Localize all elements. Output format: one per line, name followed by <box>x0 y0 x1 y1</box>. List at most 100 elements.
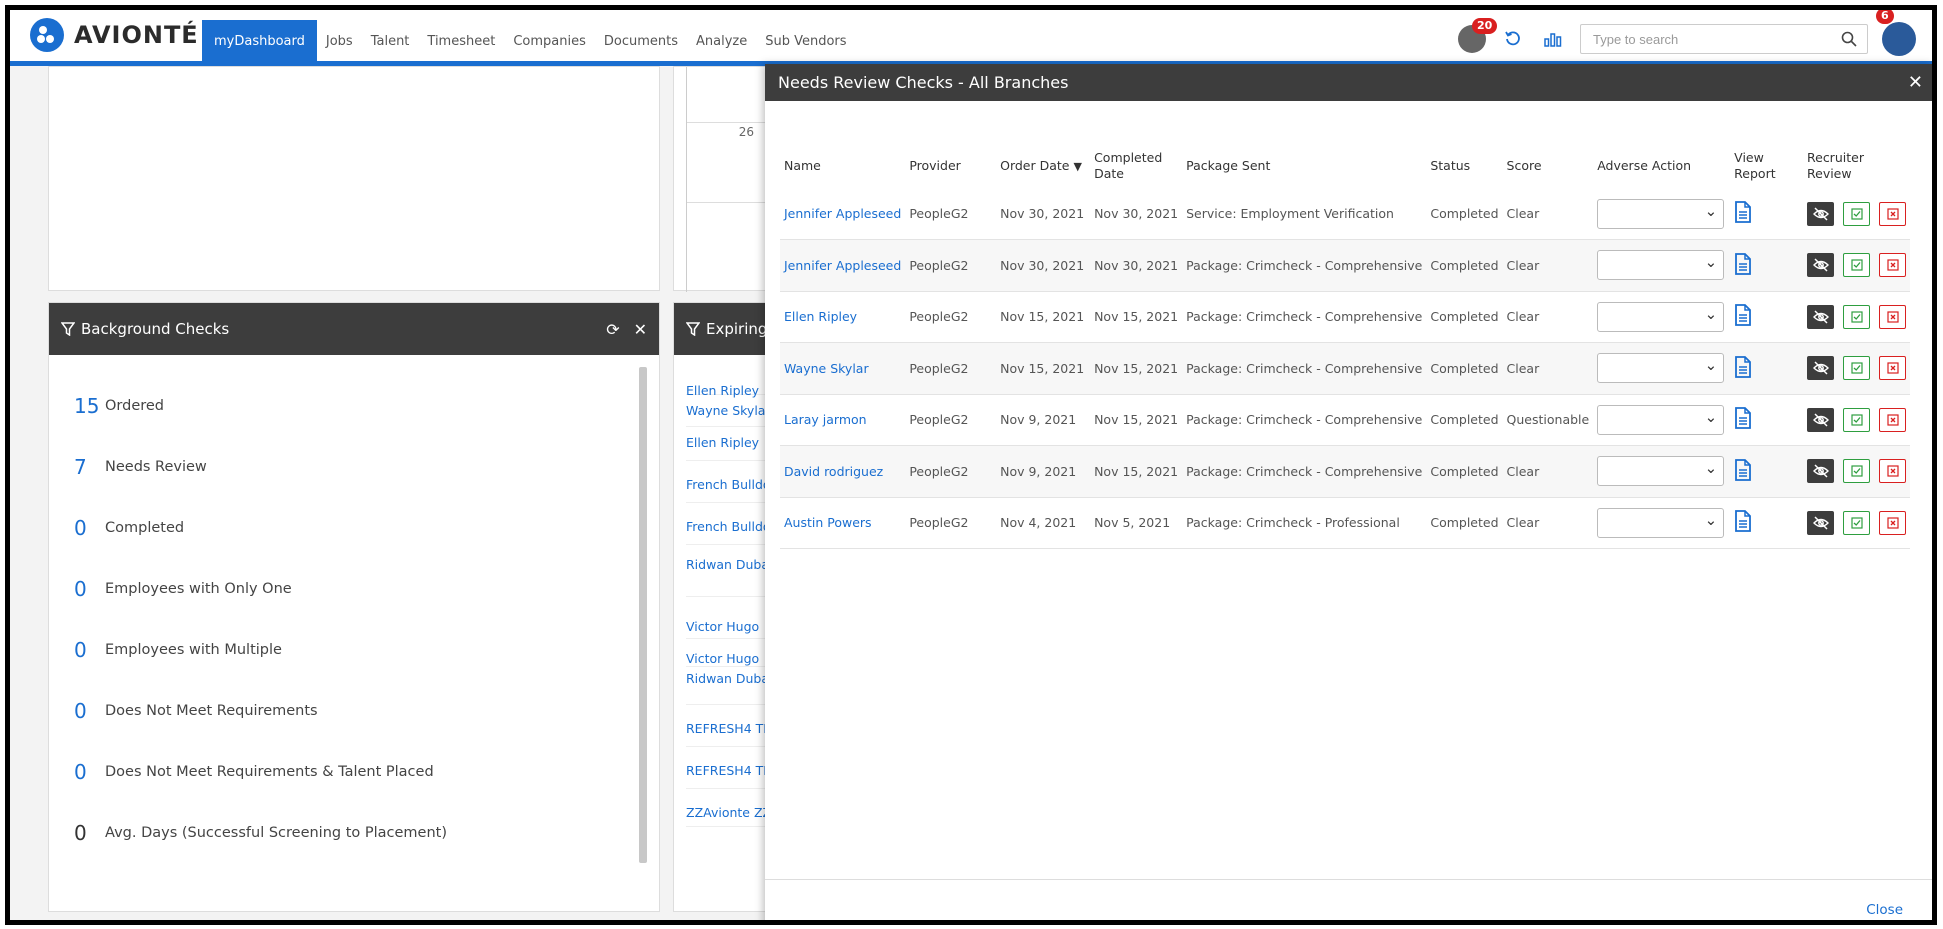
hide-button[interactable] <box>1807 510 1834 535</box>
talent-name-link[interactable]: Laray jarmon <box>784 412 867 427</box>
history-icon[interactable] <box>1500 26 1526 52</box>
adverse-action-select[interactable] <box>1597 301 1725 332</box>
background-checks-panel: Background Checks ⟳ ✕ 15 Ordered 7 Needs R… <box>48 302 660 912</box>
cell-score: Questionable <box>1502 394 1594 446</box>
refresh-icon[interactable]: ⟳ <box>606 320 619 339</box>
document-icon[interactable] <box>1734 252 1752 275</box>
hide-button[interactable] <box>1807 459 1834 484</box>
hide-button[interactable] <box>1807 407 1834 432</box>
chevron-down-icon[interactable]: ▼ <box>1073 160 1081 173</box>
cell-order-date: Nov 9, 2021 <box>996 394 1091 446</box>
nav-documents[interactable]: Documents <box>595 20 687 64</box>
metric-only-one[interactable]: 0 Employees with Only One <box>49 558 639 619</box>
hide-button[interactable] <box>1807 356 1834 381</box>
adverse-action-select[interactable] <box>1597 507 1725 538</box>
check-square-icon <box>1850 259 1863 271</box>
metric-multiple[interactable]: 0 Employees with Multiple <box>49 619 639 680</box>
talent-name-link[interactable]: Austin Powers <box>784 515 872 530</box>
talent-name-link[interactable]: Ellen Ripley <box>784 309 857 324</box>
review-buttons <box>1807 201 1906 226</box>
logo[interactable]: AVIONTÉ <box>30 18 199 52</box>
approve-button[interactable] <box>1843 510 1870 535</box>
approve-button[interactable] <box>1843 356 1870 381</box>
reject-button[interactable] <box>1879 459 1906 484</box>
metric-value: 0 <box>74 515 87 540</box>
table-row: David rodriguez PeopleG2 Nov 9, 2021 Nov… <box>780 445 1910 498</box>
document-icon[interactable] <box>1734 355 1752 378</box>
x-square-icon <box>1886 465 1899 477</box>
col-completed-date[interactable]: Completed Date <box>1090 144 1182 188</box>
nav-timesheet[interactable]: Timesheet <box>418 20 504 64</box>
reject-button[interactable] <box>1879 201 1906 226</box>
close-icon[interactable]: ✕ <box>634 320 647 339</box>
document-icon[interactable] <box>1734 458 1752 481</box>
eye-slash-icon <box>1812 310 1829 324</box>
hide-button[interactable] <box>1807 304 1834 329</box>
cell-adverse <box>1593 445 1731 498</box>
cell-completed-date: Nov 15, 2021 <box>1090 445 1183 498</box>
document-icon[interactable] <box>1734 510 1752 533</box>
approve-button[interactable] <box>1843 407 1870 432</box>
adverse-action-select[interactable] <box>1597 198 1725 229</box>
cell-view-report <box>1730 342 1803 395</box>
nav-jobs[interactable]: Jobs <box>317 20 362 64</box>
metric-needs-review[interactable]: 7 Needs Review <box>49 436 639 497</box>
hide-button[interactable] <box>1807 201 1834 226</box>
adverse-action-select[interactable] <box>1597 404 1725 435</box>
document-icon[interactable] <box>1734 407 1752 430</box>
col-score[interactable]: Score <box>1503 144 1594 188</box>
hide-button[interactable] <box>1807 253 1834 278</box>
nav-analyze[interactable]: Analyze <box>687 20 756 64</box>
metric-completed[interactable]: 0 Completed <box>49 497 639 558</box>
modal-header: Needs Review Checks - All Branches ✕ <box>765 64 1932 101</box>
reject-button[interactable] <box>1879 253 1906 278</box>
approve-button[interactable] <box>1843 459 1870 484</box>
panel-scrollbar[interactable] <box>639 367 647 863</box>
nav-companies[interactable]: Companies <box>504 20 595 64</box>
filter-icon[interactable] <box>686 322 700 336</box>
metric-not-meet[interactable]: 0 Does Not Meet Requirements <box>49 680 639 741</box>
col-name[interactable]: Name <box>780 144 905 188</box>
search-input[interactable] <box>1591 30 1841 48</box>
close-button[interactable]: Close <box>1866 902 1903 918</box>
notifications-avatar[interactable]: 20 <box>1458 18 1498 53</box>
document-icon[interactable] <box>1734 201 1752 223</box>
talent-name-link[interactable]: Jennifer Appleseed <box>784 206 901 221</box>
approve-button[interactable] <box>1843 201 1870 226</box>
metric-label: Does Not Meet Requirements & Talent Plac… <box>105 763 434 780</box>
nav-talent[interactable]: Talent <box>362 20 419 64</box>
adverse-action-select[interactable] <box>1597 250 1725 281</box>
talent-name-link[interactable]: David rodriguez <box>784 464 883 479</box>
adverse-action-select[interactable] <box>1597 353 1725 384</box>
approve-button[interactable] <box>1843 253 1870 278</box>
col-order-date[interactable]: Order Date ▼ <box>996 144 1090 188</box>
adverse-action-select[interactable] <box>1597 456 1725 487</box>
nav-sub-vendors[interactable]: Sub Vendors <box>756 20 855 64</box>
analytics-icon[interactable] <box>1540 26 1566 52</box>
talent-name-link[interactable]: Wayne Skylar <box>784 361 869 376</box>
filter-icon[interactable] <box>61 322 75 336</box>
cell-provider: PeopleG2 <box>905 445 997 498</box>
cell-recruiter-review <box>1803 291 1910 343</box>
eye-slash-icon <box>1812 258 1829 272</box>
close-icon[interactable]: ✕ <box>1908 72 1923 93</box>
reject-button[interactable] <box>1879 356 1906 381</box>
cell-completed-date: Nov 30, 2021 <box>1090 239 1183 292</box>
reject-button[interactable] <box>1879 407 1906 432</box>
x-square-icon <box>1886 259 1899 271</box>
metric-value: 15 <box>74 393 100 418</box>
approve-button[interactable] <box>1843 304 1870 329</box>
nav-mydashboard[interactable]: myDashboard <box>202 20 317 64</box>
user-avatar[interactable]: 6 <box>1876 10 1916 56</box>
reject-button[interactable] <box>1879 304 1906 329</box>
metric-not-meet-placed[interactable]: 0 Does Not Meet Requirements & Talent Pla… <box>49 741 639 802</box>
col-view-report: View Report <box>1734 150 1776 181</box>
col-status[interactable]: Status <box>1426 144 1502 188</box>
col-provider[interactable]: Provider <box>905 144 996 188</box>
talent-name-link[interactable]: Jennifer Appleseed <box>784 258 901 273</box>
search-icon[interactable] <box>1841 31 1857 47</box>
metric-ordered[interactable]: 15 Ordered <box>49 375 639 436</box>
document-icon[interactable] <box>1734 304 1752 327</box>
reject-button[interactable] <box>1879 510 1906 535</box>
col-package-sent[interactable]: Package Sent <box>1182 144 1426 188</box>
